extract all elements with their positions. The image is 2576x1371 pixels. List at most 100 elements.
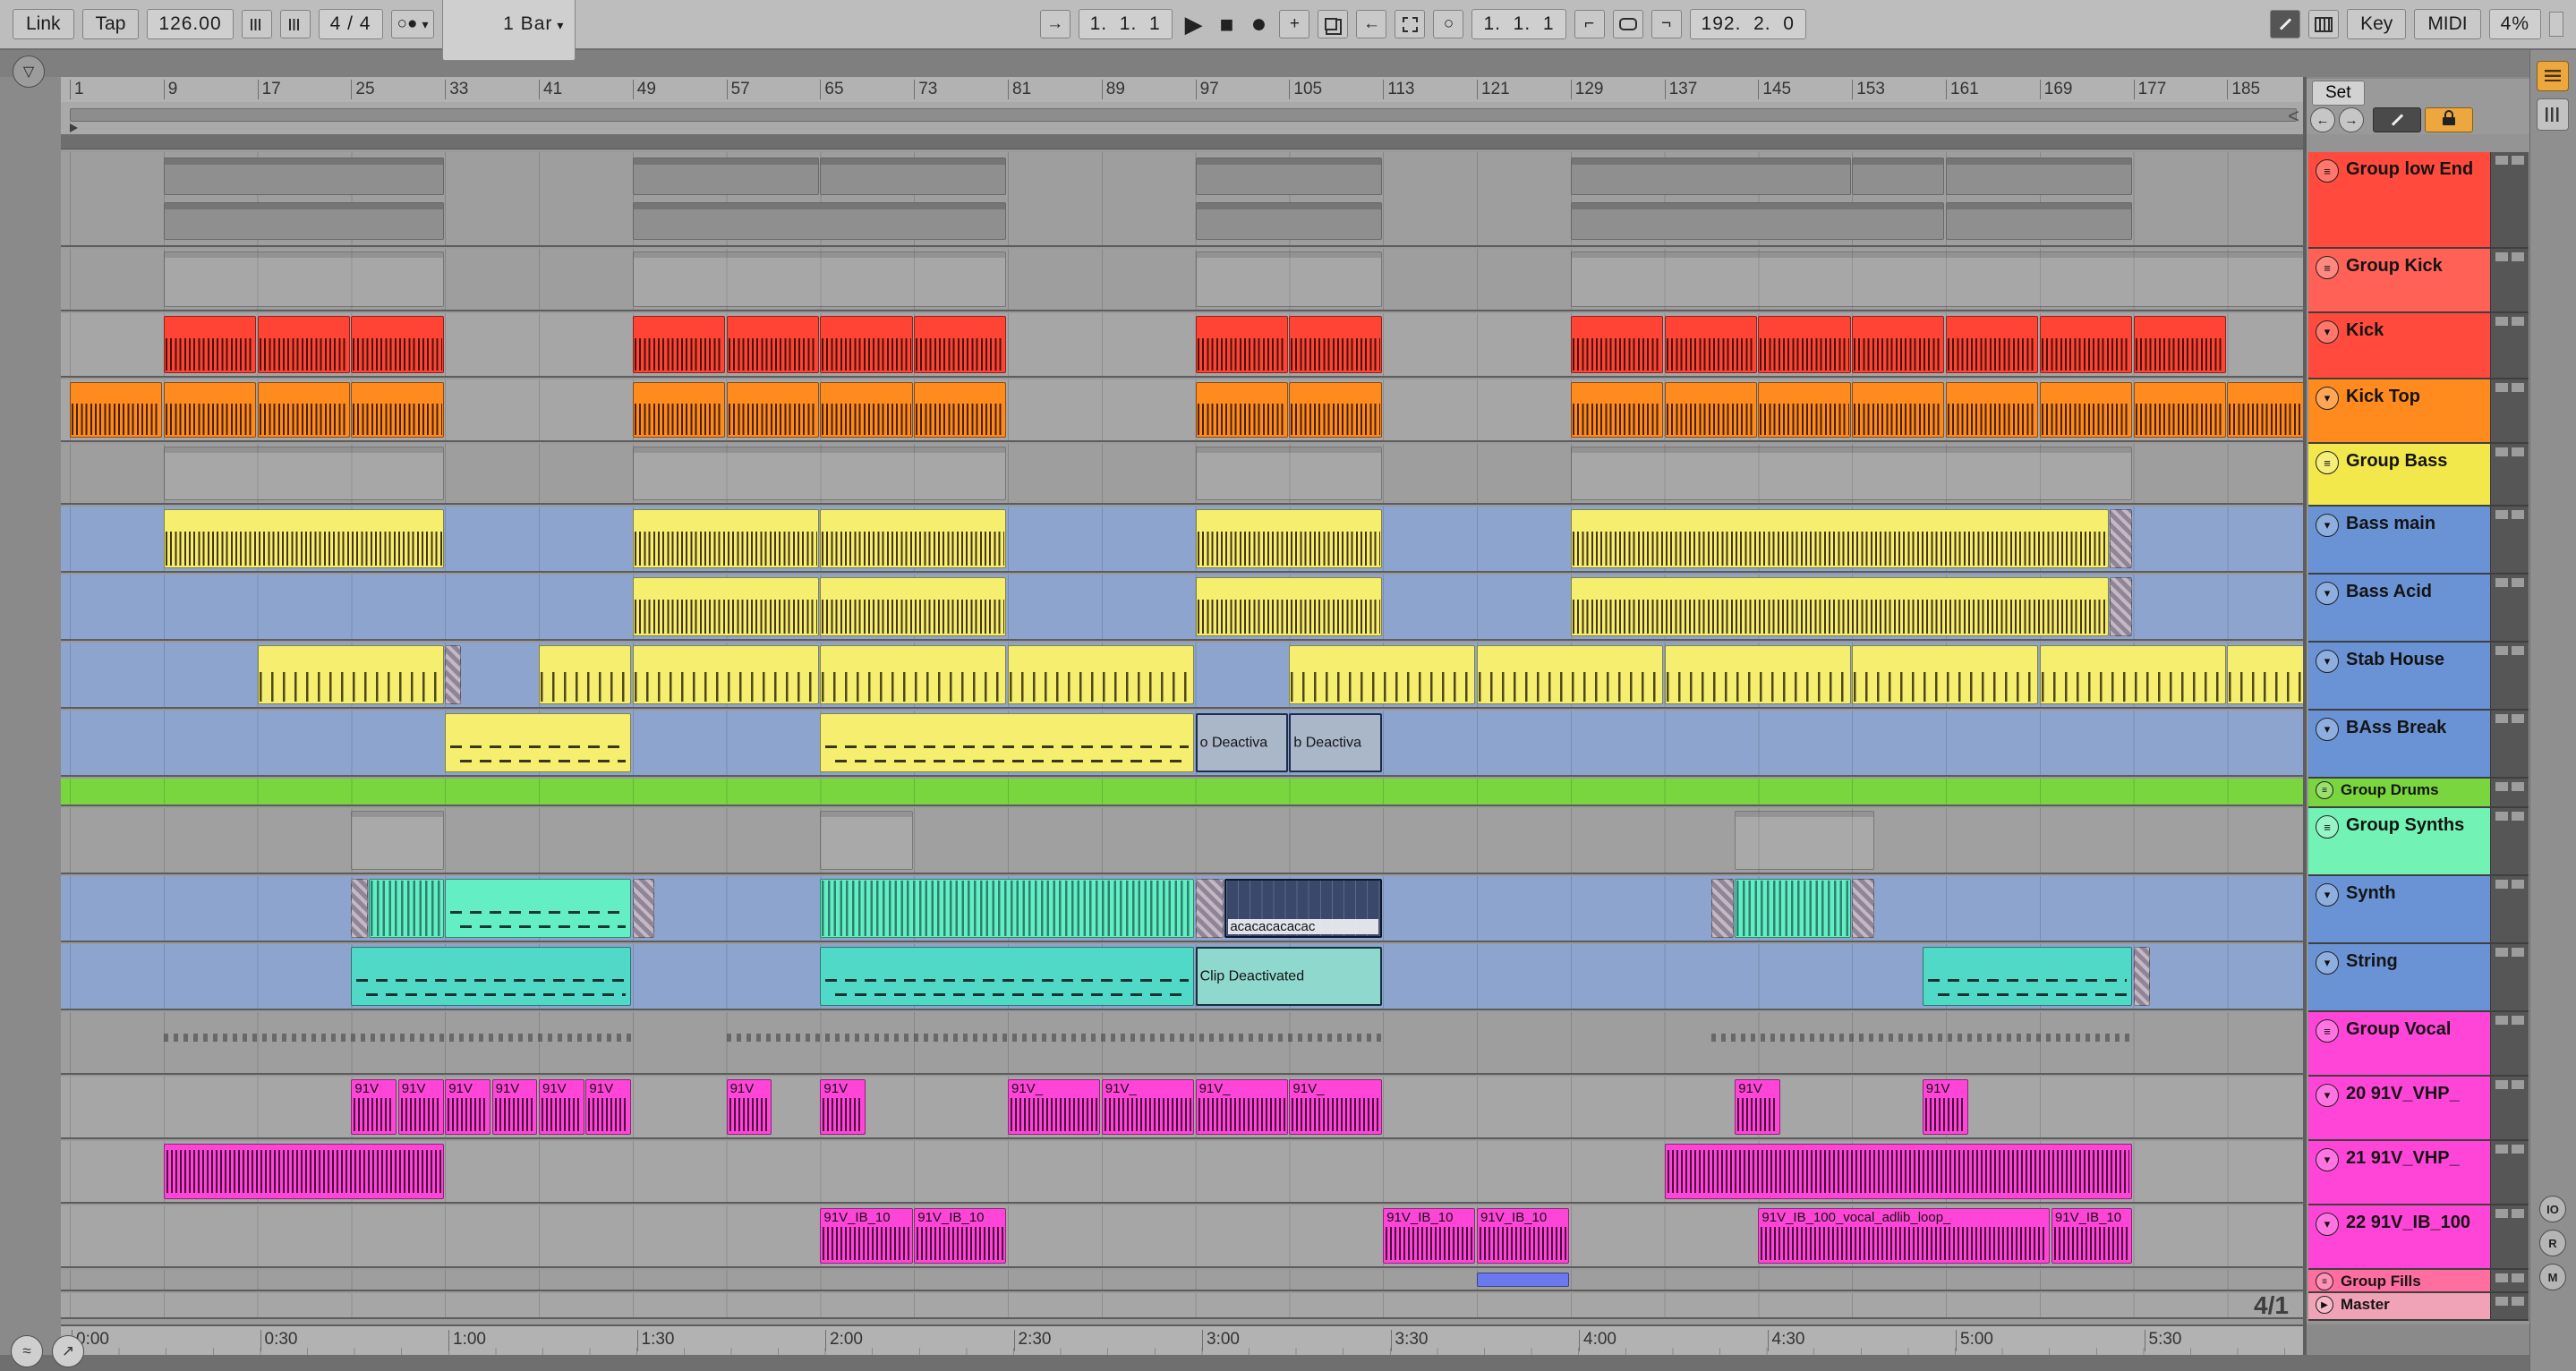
clip[interactable]: 91V <box>726 1079 772 1135</box>
clip[interactable] <box>1289 645 1476 704</box>
track-lane-string[interactable]: Clip Deactivated <box>61 944 2303 1010</box>
clip[interactable] <box>1735 879 1851 938</box>
track-fold-icon[interactable]: ▾ <box>2316 718 2339 741</box>
track-lane-stab-house[interactable] <box>61 643 2303 709</box>
track-fold-icon[interactable]: ▾ <box>2316 1213 2339 1236</box>
clip[interactable]: 91V <box>1922 1079 1968 1135</box>
clip[interactable] <box>1852 645 2039 704</box>
clip[interactable] <box>1195 158 1382 195</box>
clip[interactable] <box>632 447 1007 500</box>
clip[interactable] <box>2110 577 2133 636</box>
clip[interactable] <box>820 158 1007 195</box>
track-fold-icon[interactable]: ▾ <box>2316 320 2339 344</box>
clip[interactable] <box>1289 316 1382 373</box>
nudge-up-button[interactable] <box>279 10 311 38</box>
set-button[interactable]: Set <box>2312 81 2365 106</box>
track-header-group-kick[interactable]: ≡ Group Kick <box>2308 249 2529 313</box>
clip[interactable] <box>1570 447 2133 500</box>
clip[interactable] <box>632 158 819 195</box>
nudge-down-button[interactable] <box>241 10 272 38</box>
track-header-20-91v-vhp[interactable]: ▾ 20 91V_VHP_ <box>2308 1077 2529 1141</box>
clip[interactable]: 91V_IB_10 <box>820 1208 913 1264</box>
punch-out-button[interactable]: ¬ <box>1651 10 1682 38</box>
track-fold-icon[interactable]: ▾ <box>2316 1148 2339 1171</box>
group-fold-icon[interactable]: ≡ <box>2316 781 2333 799</box>
clip[interactable]: 91V_IB_10 <box>914 1208 1007 1264</box>
clip[interactable]: 91V <box>820 1079 866 1135</box>
stop-button[interactable]: ■ <box>1215 10 1239 38</box>
loop-button[interactable] <box>1612 10 1643 38</box>
tap-tempo-button[interactable]: Tap <box>81 9 140 39</box>
clip[interactable] <box>445 879 632 938</box>
clip[interactable] <box>1195 879 1224 938</box>
session-record-button[interactable]: ○ <box>1433 10 1464 38</box>
clip[interactable] <box>914 316 1007 373</box>
clip[interactable] <box>1922 947 2133 1006</box>
time-signature-display[interactable]: 4 / 4 <box>318 9 383 39</box>
track-header-bass-acid[interactable]: ▾ Bass Acid <box>2308 575 2529 643</box>
track-lane-group-fills[interactable] <box>61 1270 2303 1291</box>
clip[interactable] <box>163 158 444 195</box>
track-lane-bass-break[interactable]: o Deactiva b Deactiva <box>61 711 2303 777</box>
zoom-wave-button[interactable]: ≈ <box>11 1335 43 1367</box>
clip[interactable]: 91V_ <box>1195 1079 1288 1135</box>
track-header-group-bass[interactable]: ≡ Group Bass <box>2308 444 2529 507</box>
track-lane-kick[interactable] <box>61 313 2303 378</box>
clip[interactable] <box>820 382 913 438</box>
track-header-group-synths[interactable]: ≡ Group Synths <box>2308 808 2529 876</box>
track-fold-icon[interactable]: ▾ <box>2316 582 2339 605</box>
track-lane-21-91v-vhp[interactable] <box>61 1141 2303 1204</box>
track-header-group-vocal[interactable]: ≡ Group Vocal <box>2308 1012 2529 1077</box>
punch-in-button[interactable]: ⌐ <box>1574 10 1605 38</box>
clip[interactable]: b Deactiva <box>1289 713 1382 772</box>
clip[interactable] <box>1289 382 1382 438</box>
track-lane-synth[interactable]: acacacacacac <box>61 876 2303 942</box>
clip[interactable] <box>163 251 444 307</box>
clip[interactable] <box>1195 577 1382 636</box>
track-header-bass-break[interactable]: ▾ BAss Break <box>2308 711 2529 779</box>
clip[interactable] <box>2039 645 2226 704</box>
track-lane-20-91v-vhp[interactable]: 91V 91V 91V 91V 91V 91V 91V 91V 91V_ 91V_ 91V_ 91V_… <box>61 1077 2303 1139</box>
clip[interactable] <box>1477 645 1664 704</box>
clip[interactable] <box>1570 382 1664 438</box>
clip[interactable] <box>820 879 1195 938</box>
clip-overview-toggle-button[interactable] <box>2537 61 2569 91</box>
clip[interactable] <box>726 316 819 373</box>
group-fold-icon[interactable]: ≡ <box>2316 159 2339 183</box>
track-lane-group-kick[interactable] <box>61 249 2303 311</box>
clip[interactable] <box>1570 509 2109 568</box>
clip[interactable] <box>726 382 819 438</box>
clip[interactable] <box>445 645 462 704</box>
midi-map-button[interactable]: MIDI <box>2414 9 2481 39</box>
clip[interactable] <box>163 1034 632 1042</box>
clip[interactable] <box>1195 509 1382 568</box>
clip[interactable]: 91V <box>1735 1079 1781 1135</box>
clip[interactable] <box>2133 947 2150 1006</box>
group-fold-icon[interactable]: ≡ <box>2316 815 2339 839</box>
track-header-kick-top[interactable]: ▾ Kick Top <box>2308 379 2529 444</box>
master-play-icon[interactable]: ▶ <box>2316 1296 2333 1314</box>
clip[interactable] <box>2110 509 2133 568</box>
mixer-toggle-r[interactable]: R <box>2539 1230 2566 1256</box>
clip[interactable] <box>163 316 257 373</box>
track-fold-icon[interactable]: ▾ <box>2316 387 2339 410</box>
track-lane-master[interactable]: 4/1 <box>61 1291 2303 1319</box>
clip[interactable] <box>1195 382 1288 438</box>
clip[interactable] <box>1195 447 1382 500</box>
clip[interactable]: 91V <box>397 1079 444 1135</box>
clip[interactable] <box>70 382 163 438</box>
track-header-21-91v-vhp[interactable]: ▾ 21 91V_VHP_ <box>2308 1141 2529 1205</box>
mixer-toggle-io[interactable]: IO <box>2539 1196 2566 1222</box>
clip[interactable] <box>1570 202 1945 240</box>
clip[interactable] <box>1195 251 1382 307</box>
track-fold-icon[interactable]: ▾ <box>2316 514 2339 537</box>
next-set-button[interactable]: → <box>2339 107 2364 132</box>
clip[interactable] <box>351 811 444 870</box>
track-lane-group-vocal[interactable] <box>61 1012 2303 1075</box>
clip[interactable] <box>2039 316 2133 373</box>
clip[interactable] <box>1570 158 1851 195</box>
track-lane-22-91v-ib-100[interactable]: 91V_IB_10 91V_IB_10 91V_IB_10 91V_IB_10 91V_… <box>61 1205 2303 1268</box>
arrangement-position-display[interactable]: 1. 1. 1 <box>1078 9 1173 39</box>
track-fold-icon[interactable]: ▾ <box>2316 650 2339 673</box>
clip[interactable]: 91V <box>351 1079 397 1135</box>
